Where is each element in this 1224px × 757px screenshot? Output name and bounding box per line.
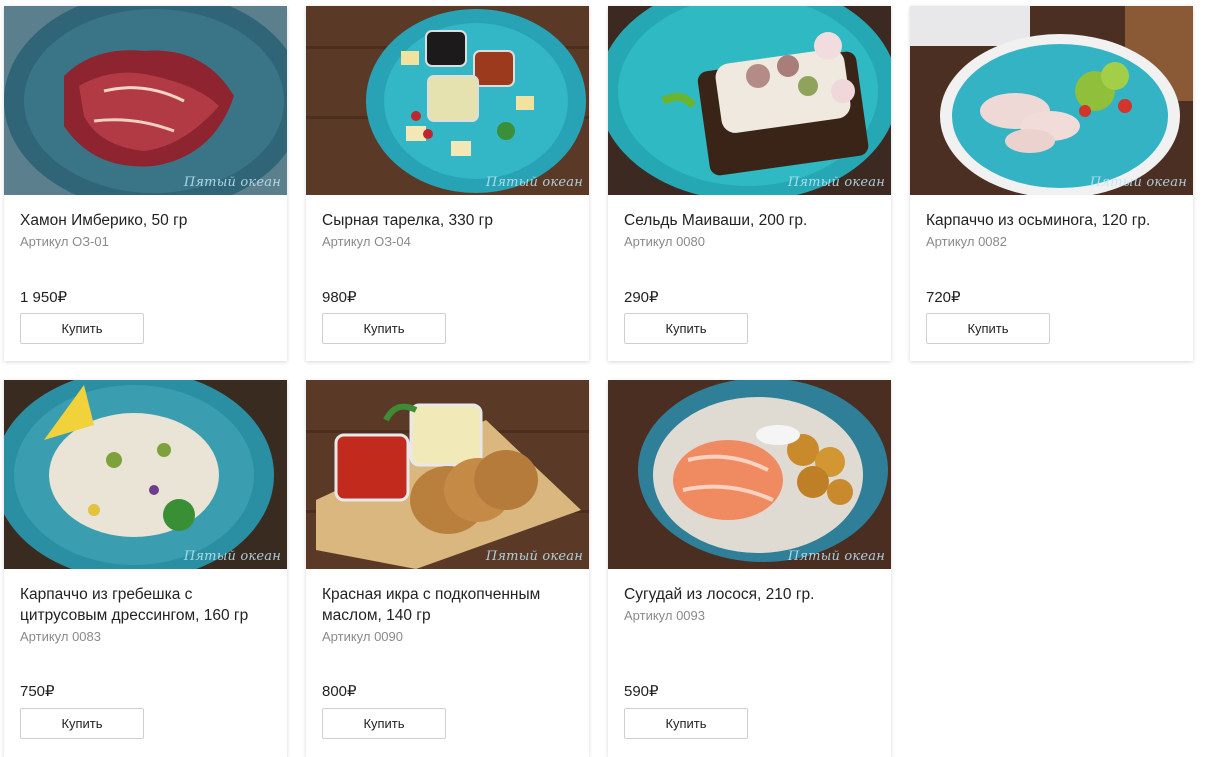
product-price: 590₽: [624, 683, 659, 700]
buy-button[interactable]: Купить: [322, 313, 446, 344]
product-card: Пятый океан Хамон Имберико, 50 гр Артику…: [4, 6, 287, 361]
product-image-jamon[interactable]: Пятый океан: [4, 6, 287, 195]
product-title[interactable]: Карпаччо из гребешка с цитрусовым дресси…: [20, 584, 271, 626]
product-sku: Артикул 0080: [624, 234, 705, 249]
buy-button[interactable]: Купить: [20, 708, 144, 739]
product-card: Пятый океан Сырная тарелка, 330 гр Артик…: [306, 6, 589, 361]
product-title[interactable]: Карпаччо из осьминога, 120 гр.: [926, 210, 1177, 231]
product-title[interactable]: Хамон Имберико, 50 гр: [20, 210, 271, 231]
buy-button[interactable]: Купить: [322, 708, 446, 739]
product-title[interactable]: Сельдь Маиваши, 200 гр.: [624, 210, 875, 231]
buy-button[interactable]: Купить: [624, 708, 748, 739]
product-price: 800₽: [322, 683, 357, 700]
buy-button[interactable]: Купить: [624, 313, 748, 344]
product-sku: Артикул 0090: [322, 629, 403, 644]
watermark-logo: Пятый океан: [1089, 175, 1187, 190]
product-price: 290₽: [624, 289, 659, 306]
product-image-cheese-plate[interactable]: Пятый океан: [306, 6, 589, 195]
buy-button[interactable]: Купить: [926, 313, 1050, 344]
product-image-scallop-carpaccio[interactable]: Пятый океан: [4, 380, 287, 569]
product-card: Пятый океан Сугудай из лосося, 210 гр. А…: [608, 380, 891, 757]
buy-button[interactable]: Купить: [20, 313, 144, 344]
product-sku: Артикул ОЗ-04: [322, 234, 411, 249]
product-title[interactable]: Сырная тарелка, 330 гр: [322, 210, 573, 231]
product-title[interactable]: Красная икра с подкопченным маслом, 140 …: [322, 584, 573, 626]
product-card: Пятый океан Карпаччо из осьминога, 120 г…: [910, 6, 1193, 361]
product-card: Пятый океан Красная икра с подкопченным …: [306, 380, 589, 757]
product-card: Пятый океан Сельдь Маиваши, 200 гр. Арти…: [608, 6, 891, 361]
product-card: Пятый океан Карпаччо из гребешка с цитру…: [4, 380, 287, 757]
product-image-herring[interactable]: Пятый океан: [608, 6, 891, 195]
product-price: 750₽: [20, 683, 55, 700]
watermark-logo: Пятый океан: [787, 175, 885, 190]
product-price: 980₽: [322, 289, 357, 306]
product-sku: Артикул 0083: [20, 629, 101, 644]
product-sku: Артикул 0082: [926, 234, 1007, 249]
product-image-octopus-carpaccio[interactable]: Пятый океан: [910, 6, 1193, 195]
watermark-logo: Пятый океан: [485, 175, 583, 190]
product-price: 1 950₽: [20, 289, 68, 306]
product-sku: Артикул 0093: [624, 608, 705, 623]
watermark-logo: Пятый океан: [183, 175, 281, 190]
watermark-logo: Пятый океан: [183, 549, 281, 564]
product-image-salmon-sugudai[interactable]: Пятый океан: [608, 380, 891, 569]
watermark-logo: Пятый океан: [485, 549, 583, 564]
product-image-red-caviar[interactable]: Пятый океан: [306, 380, 589, 569]
watermark-logo: Пятый океан: [787, 549, 885, 564]
product-sku: Артикул ОЗ-01: [20, 234, 109, 249]
product-price: 720₽: [926, 289, 961, 306]
product-title[interactable]: Сугудай из лосося, 210 гр.: [624, 584, 875, 605]
